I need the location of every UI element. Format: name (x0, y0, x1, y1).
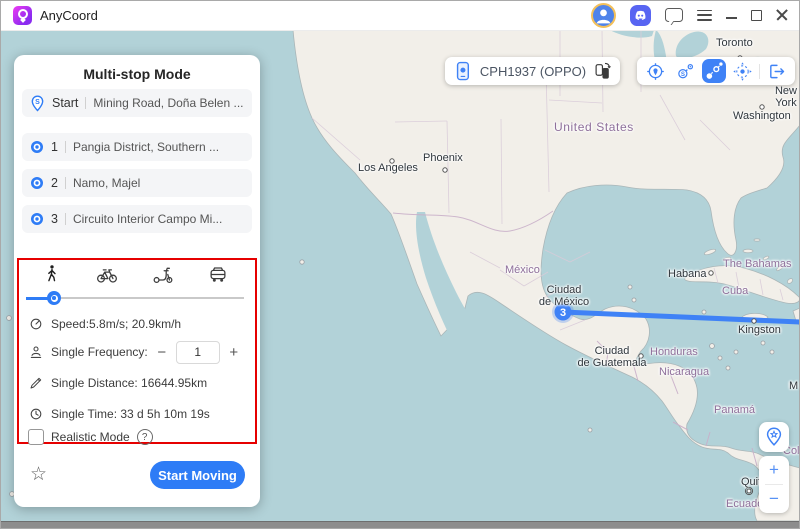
discord-icon (632, 7, 649, 24)
start-label: Start (52, 96, 78, 110)
row-divider (65, 213, 66, 225)
frequency-decrease-button[interactable]: − (155, 344, 169, 361)
toolbar-divider (759, 64, 760, 79)
switch-device-icon[interactable] (594, 61, 611, 81)
route-stop-marker: 3 (560, 307, 566, 319)
stop-row-2[interactable]: 2 Namo, Majel (22, 169, 252, 197)
stop-number: 1 (51, 140, 58, 154)
device-selector[interactable]: CPH1937 (OPPO) (445, 57, 620, 85)
titlebar-actions (591, 3, 788, 28)
stop-dot-icon (30, 212, 44, 226)
app-title: AnyCoord (40, 8, 98, 23)
window-bottom-edge (0, 521, 800, 529)
frequency-row: Single Frequency: − + (28, 342, 241, 362)
start-point-row[interactable]: S Start Mining Road, Doña Belen ... (22, 89, 252, 117)
stop-address: Circuito Interior Campo Mi... (73, 212, 222, 226)
stop-address: Namo, Majel (73, 176, 140, 190)
hamburger-menu-icon[interactable] (697, 10, 712, 21)
multi-stop-mode-button-active[interactable] (702, 59, 726, 83)
start-moving-button[interactable]: Start Moving (150, 461, 245, 489)
mode-toolbar: S (637, 57, 795, 85)
one-stop-mode-button[interactable]: S (672, 57, 700, 85)
account-button[interactable] (591, 3, 616, 28)
title-bar: AnyCoord (0, 0, 800, 31)
help-icon[interactable]: ? (137, 429, 153, 445)
multi-stop-panel: Multi-stop Mode S Start Mining Road, Doñ… (14, 55, 260, 507)
app-logo-icon (13, 6, 32, 25)
joystick-icon (732, 61, 753, 82)
multi-stop-route-icon (702, 59, 726, 83)
distance-row: Single Distance: 16644.95km (28, 373, 207, 393)
start-pin-icon: S (30, 95, 45, 112)
panel-title: Multi-stop Mode (14, 66, 260, 82)
realistic-mode-checkbox[interactable] (28, 429, 44, 445)
distance-text: Single Distance: 16644.95km (51, 376, 207, 390)
feedback-icon[interactable] (665, 8, 683, 22)
stop-dot-icon (30, 140, 44, 154)
zoom-controls: + − (759, 456, 789, 513)
close-button[interactable] (776, 9, 788, 21)
scooter-mode-tab[interactable] (152, 263, 174, 285)
realistic-mode-label: Realistic Mode (51, 430, 130, 444)
zoom-divider (765, 484, 783, 485)
walk-mode-tab[interactable] (41, 263, 63, 285)
start-address: Mining Road, Doña Belen ... (93, 96, 243, 110)
exit-mode-button[interactable] (763, 57, 791, 85)
speed-text: Speed:5.8m/s; 20.9km/h (51, 317, 181, 331)
stop-row-1[interactable]: 1 Pangia District, Southern ... (22, 133, 252, 161)
stop-dot-icon (30, 176, 44, 190)
svg-text:S: S (35, 99, 40, 106)
stop-number: 3 (51, 212, 58, 226)
distance-pencil-icon (28, 375, 44, 391)
teleport-mode-button[interactable] (641, 57, 669, 85)
stop-row-3[interactable]: 3 Circuito Interior Campo Mi... (22, 205, 252, 233)
frequency-icon (28, 344, 44, 360)
frequency-increase-button[interactable]: + (227, 344, 241, 361)
device-name: CPH1937 (OPPO) (480, 64, 586, 79)
stop-number: 2 (51, 176, 58, 190)
speed-slider[interactable] (26, 291, 244, 305)
exit-icon (766, 61, 787, 82)
speed-row: Speed:5.8m/s; 20.9km/h (28, 314, 181, 334)
one-stop-route-icon: S (675, 61, 696, 82)
discord-button[interactable] (630, 5, 651, 26)
frequency-input[interactable] (176, 341, 220, 364)
car-mode-tab[interactable] (207, 263, 229, 285)
maximize-button[interactable] (751, 10, 762, 21)
row-divider (65, 177, 66, 189)
row-divider (85, 97, 86, 109)
frequency-label: Single Frequency: (51, 345, 148, 359)
realistic-mode-row: Realistic Mode ? (28, 427, 153, 447)
bicycle-mode-tab[interactable] (96, 263, 118, 285)
clock-icon (28, 406, 44, 422)
walk-icon (42, 263, 62, 285)
collections-button[interactable] (759, 422, 789, 452)
row-divider (65, 141, 66, 153)
minimize-button[interactable] (726, 17, 737, 19)
time-text: Single Time: 33 d 5h 10m 19s (51, 407, 210, 421)
slider-handle[interactable] (47, 291, 61, 305)
bicycle-icon (96, 263, 118, 285)
time-row: Single Time: 33 d 5h 10m 19s (28, 404, 210, 424)
phone-icon (454, 60, 472, 83)
stop-address: Pangia District, Southern ... (73, 140, 219, 154)
pin-star-icon (763, 426, 785, 448)
person-icon (593, 5, 614, 26)
zoom-out-button[interactable]: − (759, 487, 789, 511)
scooter-icon (152, 263, 174, 285)
favorite-star-button[interactable]: ☆ (30, 463, 47, 487)
svg-text:S: S (681, 70, 685, 77)
teleport-pin-icon (645, 61, 666, 82)
speedometer-icon (28, 316, 44, 332)
transport-mode-tabs (41, 263, 229, 285)
zoom-in-button[interactable]: + (759, 458, 789, 482)
car-icon (207, 263, 229, 285)
anycoord-window: 3 Toronto New York Washington United Sta… (0, 0, 800, 529)
joystick-mode-button[interactable] (729, 57, 757, 85)
